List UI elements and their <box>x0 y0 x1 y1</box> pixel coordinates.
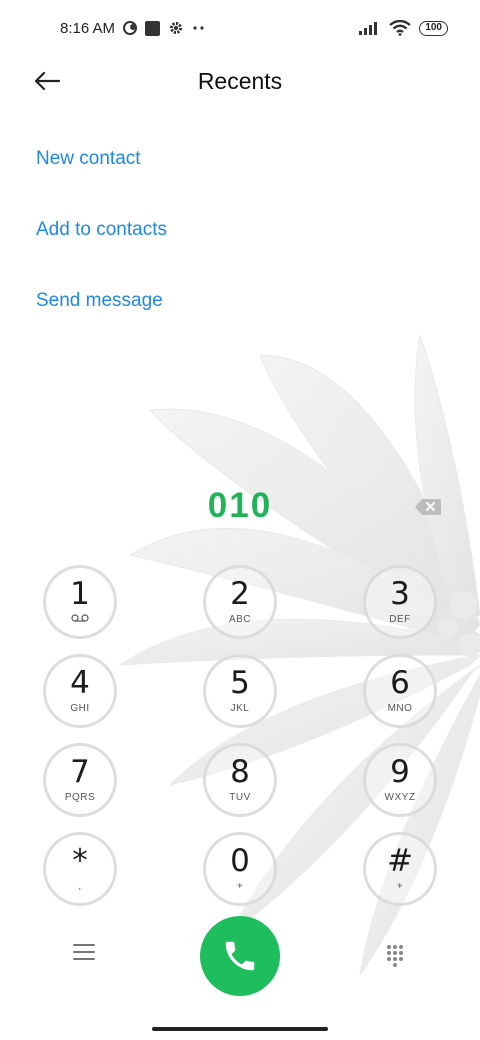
key-digit: 6 <box>390 665 410 701</box>
key-star[interactable]: * , <box>43 832 117 906</box>
dialpad-toggle-button[interactable] <box>386 944 404 968</box>
battery-icon: 100 <box>419 20 448 36</box>
backspace-icon <box>415 499 441 515</box>
key-digit: 0 <box>230 843 250 879</box>
status-time: 8:16 AM <box>60 19 116 37</box>
key-digit: 3 <box>390 576 410 612</box>
dots-icon <box>192 25 206 31</box>
header: Recents <box>0 56 480 106</box>
new-contact-option[interactable]: New contact <box>36 148 141 170</box>
call-button[interactable] <box>200 916 280 996</box>
menu-icon-line <box>73 944 95 946</box>
status-bar: 8:16 AM 100 <box>0 0 480 56</box>
key-letters: DEF <box>389 614 411 625</box>
wifi-icon <box>389 20 412 36</box>
page-title: Recents <box>197 67 283 94</box>
key-letters: GHI <box>70 703 90 714</box>
key-letters: TUV <box>229 792 251 803</box>
square-icon <box>145 20 161 36</box>
key-digit: 2 <box>230 576 250 612</box>
send-message-option[interactable]: Send message <box>36 290 163 312</box>
key-digit: 1 <box>70 576 90 612</box>
key-letters: + <box>396 881 404 892</box>
voicemail-icon <box>71 614 89 626</box>
key-digit: 7 <box>70 754 90 790</box>
moon-icon <box>123 21 138 35</box>
key-9[interactable]: 9 WXYZ <box>363 743 437 817</box>
back-button[interactable] <box>32 66 62 96</box>
dialpad-icon <box>387 945 403 967</box>
key-digit: * <box>72 843 88 879</box>
dialed-number: 010 <box>207 486 273 525</box>
key-digit: 8 <box>230 754 250 790</box>
key-letters: JKL <box>230 703 250 714</box>
menu-icon-line <box>73 951 95 953</box>
key-2[interactable]: 2 ABC <box>203 565 277 639</box>
key-4[interactable]: 4 GHI <box>43 654 117 728</box>
key-letters: MNO <box>387 703 413 714</box>
menu-button[interactable] <box>73 944 95 964</box>
key-letters: WXYZ <box>384 792 416 803</box>
key-letters: ABC <box>228 614 252 625</box>
backspace-button[interactable] <box>414 498 442 516</box>
key-hash[interactable]: # + <box>363 832 437 906</box>
signal-icon <box>359 21 381 35</box>
key-digit: 9 <box>390 754 410 790</box>
home-indicator[interactable] <box>152 1027 328 1031</box>
gear-icon <box>168 20 184 36</box>
status-left: 8:16 AM <box>60 20 206 37</box>
key-letters: , <box>78 881 82 892</box>
key-letters: + <box>236 881 244 892</box>
key-digit: 4 <box>70 665 90 701</box>
key-5[interactable]: 5 JKL <box>203 654 277 728</box>
arrow-left-icon <box>34 71 61 91</box>
add-to-contacts-option[interactable]: Add to contacts <box>36 219 167 241</box>
phone-icon <box>225 941 255 971</box>
key-0[interactable]: 0 + <box>203 832 277 906</box>
key-digit: 5 <box>230 665 250 701</box>
key-8[interactable]: 8 TUV <box>203 743 277 817</box>
key-letters: PQRS <box>64 792 96 803</box>
key-1[interactable]: 1 <box>43 565 117 639</box>
key-digit: # <box>387 843 413 879</box>
menu-icon-line <box>73 958 95 960</box>
key-7[interactable]: 7 PQRS <box>43 743 117 817</box>
status-right: 100 <box>359 20 448 36</box>
key-3[interactable]: 3 DEF <box>363 565 437 639</box>
key-6[interactable]: 6 MNO <box>363 654 437 728</box>
